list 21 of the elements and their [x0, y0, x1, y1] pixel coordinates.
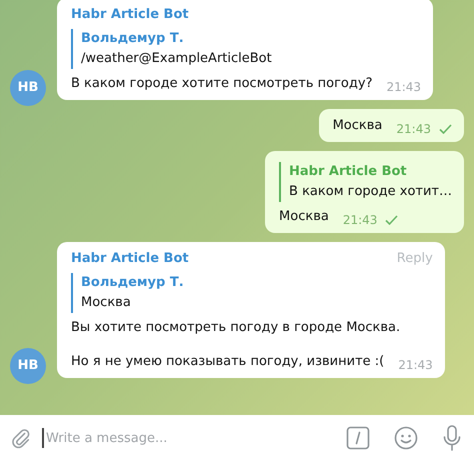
- microphone-icon[interactable]: [442, 425, 462, 451]
- quoted-message[interactable]: Habr Article Bot В каком городе хотит…: [279, 162, 452, 202]
- sender-name[interactable]: Habr Article Bot: [71, 5, 189, 25]
- message-time: 21:43: [386, 79, 422, 96]
- quoted-message[interactable]: Вольдемур Т. Москва: [71, 273, 433, 313]
- sender-name[interactable]: Habr Article Bot: [71, 249, 189, 269]
- reply-link[interactable]: Reply: [396, 249, 433, 269]
- slash-command-icon[interactable]: [346, 426, 370, 450]
- avatar[interactable]: HB: [10, 70, 46, 106]
- emoji-icon[interactable]: [394, 426, 418, 450]
- message-text: Но я не умею показывать погоду, извините :(: [71, 353, 384, 371]
- message-time: 21:43: [398, 357, 433, 374]
- message-text: Москва: [279, 208, 329, 226]
- message-time: 21:43: [342, 212, 378, 229]
- quoted-message[interactable]: Вольдемур Т. /weather@ExampleArticleBot: [71, 29, 422, 69]
- message-text: Вы хотите посмотреть погоду в городе Москва.: [71, 320, 400, 335]
- paperclip-icon[interactable]: [10, 427, 32, 449]
- avatar[interactable]: HB: [10, 348, 46, 384]
- message-time: 21:43: [396, 121, 431, 138]
- message-text: Москва: [332, 117, 382, 135]
- message-text: В каком городе хотите посмотреть погоду?: [71, 75, 372, 93]
